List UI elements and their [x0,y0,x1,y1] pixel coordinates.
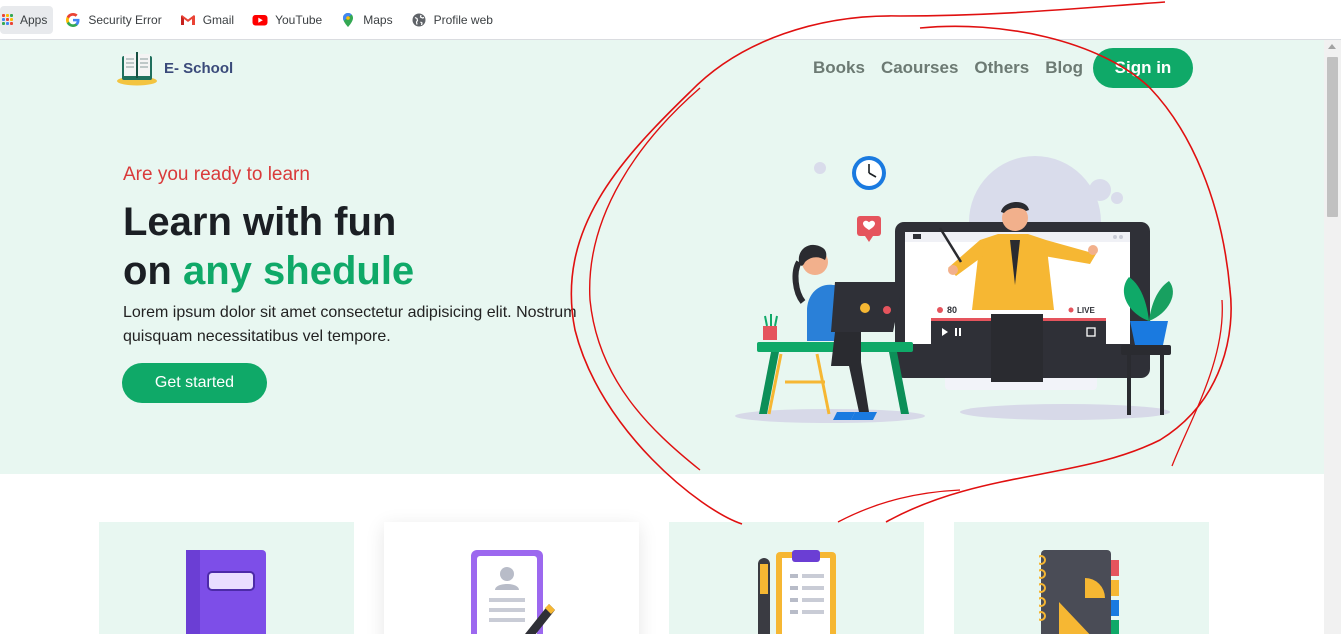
scroll-thumb[interactable] [1327,57,1338,217]
feature-card[interactable] [669,522,924,634]
bookmark-label: Security Error [88,12,162,27]
bookmark-label: Apps [20,12,48,27]
hero-headline: Learn with fun on any shedule [123,198,414,296]
main-nav: Books Caourses Others Blog Sign in [797,48,1193,88]
bookmark-security-error[interactable]: Security Error [65,6,162,34]
maps-icon [343,12,354,27]
feature-card[interactable] [99,522,354,634]
vertical-scrollbar[interactable] [1324,40,1341,634]
feature-card[interactable] [384,522,639,634]
bookmark-label: YouTube [275,12,323,27]
live-label: LIVE [1077,306,1095,315]
feature-card[interactable] [954,522,1209,634]
viewer-count: 80 [947,305,957,315]
online-class-illustration: 80 LIVE [735,156,1173,423]
nav-books[interactable]: Books [813,58,865,78]
hero-section: E- School Books Caourses Others Blog Sig… [0,40,1324,474]
headline-line-2-prefix: on [123,249,183,293]
id-card-pen-icon [471,550,555,634]
globe-icon [412,13,426,26]
scroll-up-arrow-icon[interactable] [1328,44,1336,49]
bookmark-label: Profile web [433,12,493,27]
logo-text: E- School [164,59,234,77]
clock-icon [852,156,886,190]
nav-others[interactable]: Others [974,58,1029,78]
clipboard-pen-icon [758,550,836,634]
gmail-icon [180,14,195,25]
sign-in-button[interactable]: Sign in [1093,48,1193,88]
purple-book-icon [186,550,266,634]
bookmark-maps[interactable]: Maps [340,6,393,34]
book-logo-icon [117,52,157,86]
headline-accent: any shedule [182,249,415,293]
get-started-button[interactable]: Get started [122,363,267,403]
spiral-notebook-icon [1039,550,1119,634]
google-icon [66,12,80,27]
hero-description: Lorem ipsum dolor sit amet consectetur a… [123,304,577,345]
logo[interactable]: E- School [116,50,233,86]
nav-courses[interactable]: Caourses [881,58,958,78]
bookmarks-bar: Apps Security Error Gmail YouTube Maps P… [0,0,1341,40]
bookmark-profile-web[interactable]: Profile web [411,6,493,34]
bookmark-youtube[interactable]: YouTube [252,6,322,34]
youtube-icon [252,14,268,25]
hero-kicker: Are you ready to learn [123,164,310,185]
nav-blog[interactable]: Blog [1045,58,1083,78]
bookmark-apps[interactable]: Apps [0,5,54,34]
webpage: E- School Books Caourses Others Blog Sig… [0,40,1324,634]
bookmark-label: Maps [363,12,393,27]
headline-line-1: Learn with fun [123,200,397,244]
bookmark-gmail[interactable]: Gmail [180,6,234,34]
bookmark-label: Gmail [202,12,235,27]
apps-grid-icon [2,13,14,26]
feature-cards [99,522,1209,634]
